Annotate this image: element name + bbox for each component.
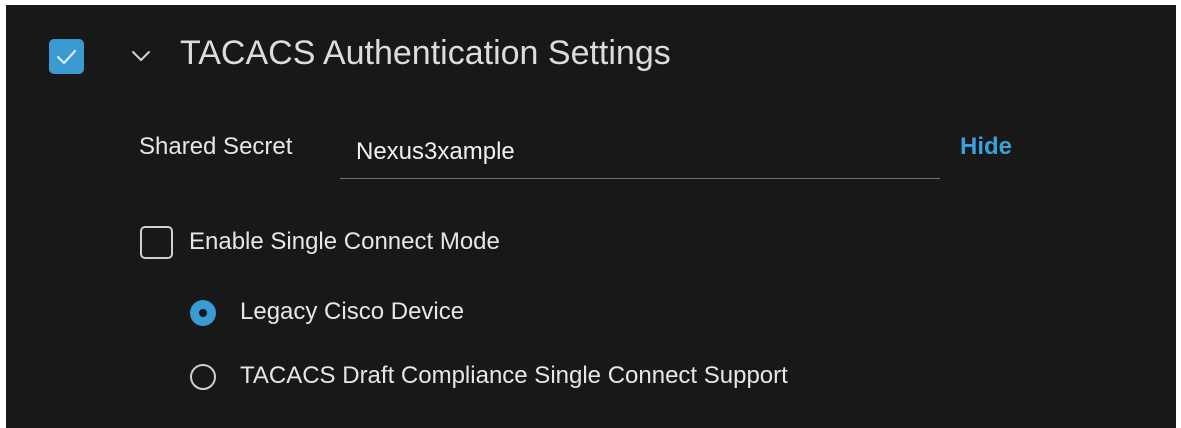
chevron-down-icon[interactable] bbox=[130, 45, 152, 67]
single-connect-checkbox[interactable] bbox=[140, 226, 173, 259]
section-enable-checkbox[interactable] bbox=[49, 39, 84, 74]
check-icon bbox=[56, 49, 77, 65]
draft-compliance-label: TACACS Draft Compliance Single Connect S… bbox=[240, 362, 788, 389]
draft-compliance-radio[interactable] bbox=[190, 364, 216, 390]
legacy-cisco-label: Legacy Cisco Device bbox=[240, 298, 465, 325]
single-connect-label: Enable Single Connect Mode bbox=[189, 228, 500, 255]
tacacs-settings-panel: TACACS Authentication Settings Shared Se… bbox=[6, 5, 1176, 428]
shared-secret-label: Shared Secret bbox=[139, 133, 293, 160]
shared-secret-input[interactable]: Nexus3xample bbox=[340, 133, 940, 179]
section-title: TACACS Authentication Settings bbox=[180, 34, 671, 72]
legacy-cisco-radio[interactable] bbox=[190, 300, 216, 326]
hide-secret-button[interactable]: Hide bbox=[960, 132, 1012, 162]
radio-selected-dot bbox=[199, 309, 207, 317]
